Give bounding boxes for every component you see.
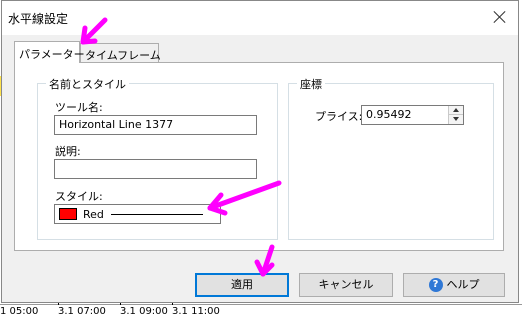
cancel-button[interactable]: キャンセル bbox=[299, 273, 393, 297]
time-label: 3.1 09:00 bbox=[120, 306, 168, 317]
apply-label: 適用 bbox=[231, 278, 253, 291]
tab-timeframe[interactable]: タイムフレーム bbox=[80, 43, 161, 62]
group-legend-coordinates: 座標 bbox=[297, 76, 325, 92]
group-legend-name-style: 名前とスタイル bbox=[46, 76, 129, 92]
line-style-preview bbox=[111, 214, 203, 215]
spin-down-icon[interactable] bbox=[449, 115, 463, 124]
color-swatch bbox=[59, 208, 77, 220]
price-spinbox[interactable]: 0.95492 bbox=[361, 105, 464, 125]
title-bar[interactable]: 水平線設定 bbox=[2, 1, 518, 35]
time-label: 3.1 11:00 bbox=[172, 306, 220, 317]
line-style-picker[interactable]: Red bbox=[54, 204, 221, 224]
price-label: プライス: bbox=[315, 110, 363, 123]
horizontal-line-settings-dialog: 水平線設定 パラメーター タイムフレーム 名前とスタイル ツール名: Horiz… bbox=[1, 0, 519, 303]
dialog-title: 水平線設定 bbox=[8, 12, 69, 26]
help-button[interactable]: ? ヘルプ bbox=[403, 273, 505, 297]
parameters-panel: 名前とスタイル ツール名: Horizontal Line 1377 説明: ス… bbox=[14, 62, 504, 251]
description-label: 説明: bbox=[55, 145, 81, 158]
description-input[interactable] bbox=[54, 159, 257, 179]
spin-up-icon[interactable] bbox=[449, 106, 463, 115]
cancel-label: キャンセル bbox=[318, 278, 374, 291]
apply-button[interactable]: 適用 bbox=[195, 273, 289, 297]
style-label: スタイル: bbox=[55, 190, 103, 203]
tab-parameters[interactable]: パラメーター bbox=[14, 41, 85, 63]
help-icon: ? bbox=[428, 278, 443, 292]
coordinates-group: 座標 プライス: 0.95492 bbox=[288, 76, 494, 240]
time-label: 1 05:00 bbox=[0, 306, 39, 317]
chart-time-axis: 1 05:00 3.1 07:00 3.1 09:00 3.1 11:00 bbox=[0, 301, 522, 318]
tool-name-label: ツール名: bbox=[55, 101, 103, 114]
color-name: Red bbox=[83, 208, 104, 221]
time-label: 3.1 07:00 bbox=[58, 306, 106, 317]
help-label: ヘルプ bbox=[446, 278, 480, 291]
close-icon[interactable] bbox=[490, 7, 510, 27]
price-spin-buttons bbox=[448, 106, 463, 124]
price-value: 0.95492 bbox=[366, 108, 412, 121]
tool-name-input[interactable]: Horizontal Line 1377 bbox=[54, 115, 257, 135]
